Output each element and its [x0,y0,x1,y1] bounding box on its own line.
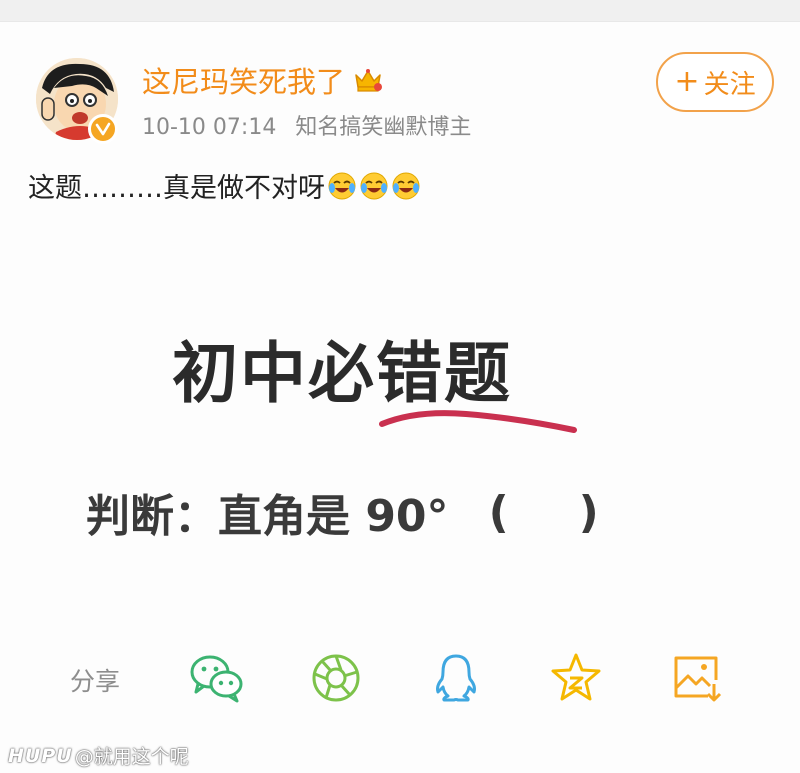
wechat-icon[interactable] [188,652,244,704]
save-image-icon[interactable] [668,652,724,704]
post-body: 这题………真是做不对呀 [28,166,421,205]
watermark: HUPU @就用这个呢 [8,742,189,769]
qzone-icon[interactable] [548,652,604,704]
question-row: 判断：直角是 90° ( ) [86,480,599,544]
top-divider [0,0,800,22]
moments-icon[interactable] [308,652,364,704]
weibo-post-screenshot: 这尼玛笑死我了 10-10 07:14 知名搞笑幽默博主 + 关注 这题………真… [0,0,800,773]
watermark-handle: @就用这个呢 [74,746,189,768]
crown-icon [353,67,383,93]
verified-check-icon [95,122,111,136]
laugh-cry-icon [391,171,421,201]
post-meta: 10-10 07:14 知名搞笑幽默博主 [142,109,471,141]
user-title: 知名搞笑幽默博主 [295,115,472,140]
follow-button[interactable]: + 关注 [656,52,774,112]
laugh-cry-icon [327,171,357,201]
follow-label: 关注 [703,69,756,100]
username[interactable]: 这尼玛笑死我了 [142,59,345,101]
answer-paren-close: ) [578,486,599,538]
post-date: 10-10 07:14 [142,115,277,140]
laugh-cry-icon [359,171,389,201]
question-text: 判断：直角是 90° [86,491,449,542]
username-row[interactable]: 这尼玛笑死我了 [142,60,383,100]
plus-icon: + [674,64,700,99]
answer-paren-open: ( [488,486,509,538]
post-text: 这题………真是做不对呀 [28,173,325,204]
verified-badge [88,114,118,144]
qq-icon[interactable] [428,652,484,704]
watermark-brand: HUPU [8,744,73,767]
share-label: 分享 [70,667,121,696]
brush-underline [379,410,577,433]
